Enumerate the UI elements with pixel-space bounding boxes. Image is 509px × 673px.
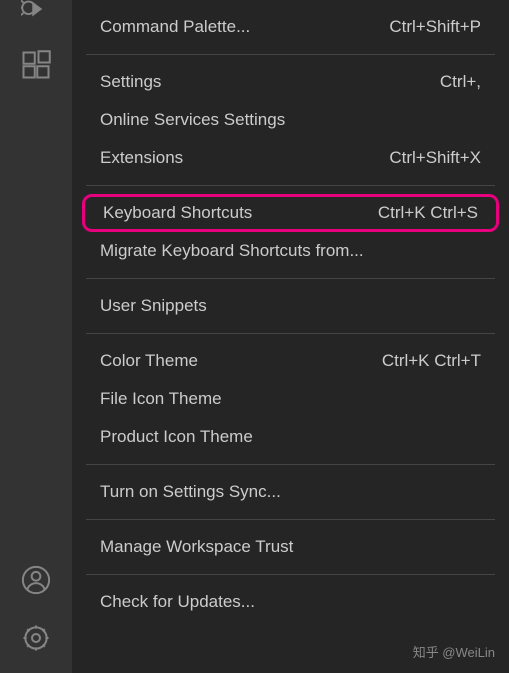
- watermark-label: 知乎 @WeiLin: [413, 642, 495, 661]
- activity-bar-bottom-icons: [21, 565, 51, 673]
- menu-item-label: Keyboard Shortcuts: [103, 203, 252, 223]
- menu-item-label: File Icon Theme: [100, 389, 222, 409]
- menu-item-label: Migrate Keyboard Shortcuts from...: [100, 241, 364, 261]
- menu-item-online-services-settings[interactable]: Online Services Settings: [72, 101, 509, 139]
- menu-separator: [86, 185, 495, 186]
- menu-item-color-theme[interactable]: Color Theme Ctrl+K Ctrl+T: [72, 342, 509, 380]
- menu-item-shortcut: Ctrl+K Ctrl+S: [378, 203, 478, 223]
- watermark: 知乎 @WeiLin: [413, 642, 495, 661]
- menu-item-label: Settings: [100, 72, 161, 92]
- menu-item-keyboard-shortcuts[interactable]: Keyboard Shortcuts Ctrl+K Ctrl+S: [82, 194, 499, 232]
- debug-icon[interactable]: [21, 0, 51, 24]
- menu-item-manage-workspace-trust[interactable]: Manage Workspace Trust: [72, 528, 509, 566]
- menu-item-label: Online Services Settings: [100, 110, 285, 130]
- menu-item-check-for-updates[interactable]: Check for Updates...: [72, 583, 509, 621]
- menu-item-user-snippets[interactable]: User Snippets: [72, 287, 509, 325]
- menu-separator: [86, 54, 495, 55]
- menu-item-label: User Snippets: [100, 296, 207, 316]
- menu-item-label: Turn on Settings Sync...: [100, 482, 281, 502]
- menu-item-turn-on-settings-sync[interactable]: Turn on Settings Sync...: [72, 473, 509, 511]
- menu-item-label: Command Palette...: [100, 17, 250, 37]
- menu-item-label: Product Icon Theme: [100, 427, 253, 447]
- menu-item-migrate-keyboard-shortcuts-from[interactable]: Migrate Keyboard Shortcuts from...: [72, 232, 509, 270]
- menu-item-label: Check for Updates...: [100, 592, 255, 612]
- extensions-icon[interactable]: [21, 50, 51, 80]
- menu-separator: [86, 333, 495, 334]
- menu-separator: [86, 464, 495, 465]
- settings-menu: Command Palette... Ctrl+Shift+P Settings Ct…: [72, 0, 509, 673]
- menu-item-shortcut: Ctrl+K Ctrl+T: [382, 351, 481, 371]
- menu-item-label: Extensions: [100, 148, 183, 168]
- menu-item-command-palette[interactable]: Command Palette... Ctrl+Shift+P: [72, 8, 509, 46]
- menu-item-shortcut: Ctrl+Shift+P: [389, 17, 481, 37]
- menu-separator: [86, 278, 495, 279]
- menu-item-product-icon-theme[interactable]: Product Icon Theme: [72, 418, 509, 456]
- menu-item-file-icon-theme[interactable]: File Icon Theme: [72, 380, 509, 418]
- menu-separator: [86, 574, 495, 575]
- menu-item-label: Manage Workspace Trust: [100, 537, 293, 557]
- menu-separator: [86, 519, 495, 520]
- activity-bar-top-icons: [21, 0, 51, 80]
- menu-item-shortcut: Ctrl+,: [440, 72, 481, 92]
- menu-item-settings[interactable]: Settings Ctrl+,: [72, 63, 509, 101]
- menu-item-label: Color Theme: [100, 351, 198, 371]
- account-icon[interactable]: [21, 565, 51, 595]
- gear-icon[interactable]: [21, 623, 51, 653]
- menu-item-extensions[interactable]: Extensions Ctrl+Shift+X: [72, 139, 509, 177]
- activity-bar: [0, 0, 72, 673]
- menu-item-shortcut: Ctrl+Shift+X: [389, 148, 481, 168]
